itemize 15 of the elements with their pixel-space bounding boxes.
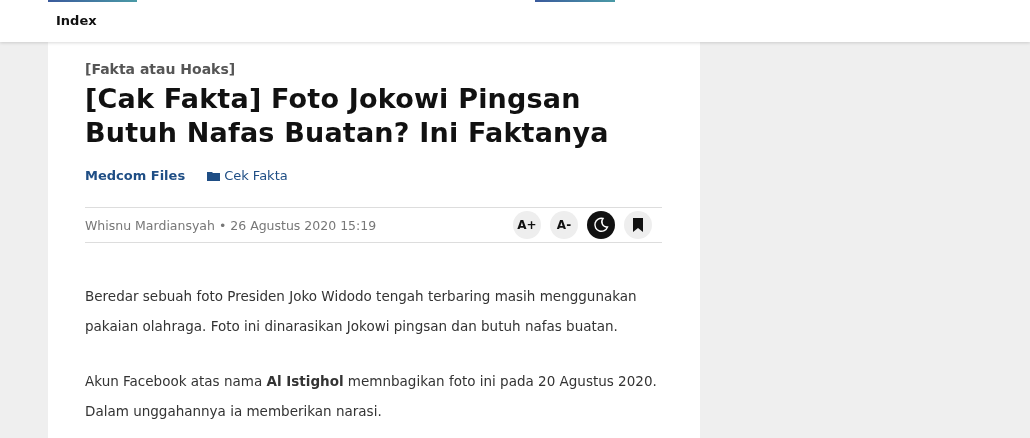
font-size-button[interactable]: A- [550,211,578,239]
moon-icon [593,217,609,233]
byline: Whisnu Mardiansyah • 26 Agustus 2020 15:19 [85,217,377,233]
bookmark-icon [633,218,643,232]
source-link[interactable]: Medcom Files [85,168,186,183]
paragraph: Beredar sebuah foto Presiden Joko Widodo tengah terbaring masih menggunakan pakaian olahraga. Foto ini dinarasikan Jokowi pingsan dan butuh nafas buatan. [85,287,638,336]
paragraph: Akun Facebook atas nama Al Istighol memnbagikan foto ini pada 20 Agustus 2020. Dalam unggahannya ia memberikan narasi. [85,372,658,421]
folder-icon [207,170,221,181]
bookmark-button[interactable] [624,211,652,239]
category-label: [Fakta atau Hoaks] [85,61,236,77]
dark-mode-button[interactable] [587,211,615,239]
font-size-button[interactable]: A+ [513,211,541,239]
article-title: [Cak Fakta] Foto Jokowi Pingsan Butuh Nafas Buatan? Ini Faktanya [85,82,610,150]
nav-link[interactable]: Index [56,13,97,28]
section-link[interactable]: Cek Fakta [207,168,288,183]
